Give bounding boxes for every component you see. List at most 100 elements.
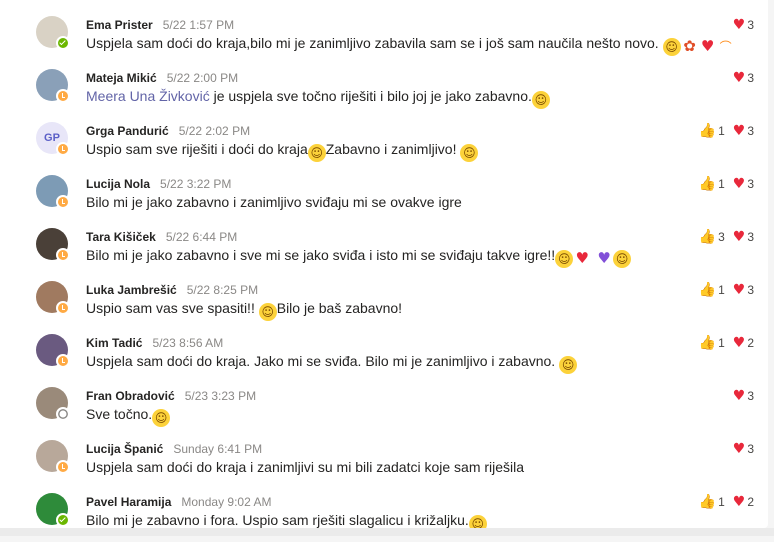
message-timestamp: 5/22 2:00 PM — [166, 71, 239, 85]
sender-name[interactable]: Ema Prister — [86, 18, 153, 32]
message-body: Uspio sam sve riješiti i doći do kraja ☺ Z… — [86, 141, 479, 162]
heart-reaction[interactable]: ♥ 3 — [733, 282, 754, 298]
reaction-count: 1 — [718, 495, 725, 509]
reactions-bar: ♥ 3 — [725, 441, 754, 457]
avatar[interactable] — [36, 69, 70, 103]
user-mention[interactable]: Meera Una Živković — [86, 88, 210, 104]
thumbs-up-icon: 👍 — [698, 123, 717, 139]
heart-icon: ♥ — [732, 123, 746, 139]
like-reaction[interactable]: 👍 1 — [699, 176, 725, 192]
message-item[interactable]: Ema Prister 5/22 1:57 PM Uspjela sam doći … — [0, 12, 768, 65]
heart-reaction[interactable]: ♥ 3 — [733, 388, 754, 404]
avatar[interactable]: GP — [36, 122, 70, 156]
message-body: Bilo mi je jako zabavno i sve mi se jako… — [86, 247, 632, 268]
heart-icon: ♥ — [732, 282, 746, 298]
heart-reaction[interactable]: ♥ 3 — [733, 17, 754, 33]
avatar[interactable] — [36, 175, 70, 209]
reactions-bar: ♥ 3 — [725, 388, 754, 404]
message-timestamp: 5/22 1:57 PM — [162, 18, 235, 32]
message-item[interactable]: Mateja Mikić 5/22 2:00 PM Meera Una Živkov… — [0, 65, 768, 118]
message-item[interactable]: GP Grga Pandurić 5/22 2:02 PM Uspio sam sve… — [0, 118, 768, 171]
heart-icon: ♥ — [732, 335, 746, 351]
heart-reaction[interactable]: ♥ 3 — [733, 70, 754, 86]
smiling-face-with-halo-emoji: ☺ — [613, 250, 632, 268]
avatar[interactable] — [36, 387, 70, 421]
presence-away-icon — [56, 195, 70, 209]
reactions-bar: 👍 1 ♥ 3 — [691, 123, 754, 139]
reactions-bar: ♥ 3 — [725, 17, 754, 33]
message-item[interactable]: Lucija Španić Sunday 6:41 PM Uspjela sam d… — [0, 436, 768, 489]
reaction-count: 3 — [747, 177, 754, 191]
sender-name[interactable]: Kim Tadić — [86, 336, 142, 350]
heart-icon: ♥ — [732, 229, 746, 245]
message-item[interactable]: Fran Obradović 5/23 3:23 PM Sve točno. ☺ ♥ 3 — [0, 383, 768, 436]
presence-away-icon — [56, 142, 70, 156]
reaction-count: 2 — [747, 495, 754, 509]
avatar[interactable] — [36, 334, 70, 368]
heart-reaction[interactable]: ♥ 3 — [733, 441, 754, 457]
message-text: je uspjela sve točno riješiti i bilo joj… — [209, 88, 532, 104]
message-header: Grga Pandurić 5/22 2:02 PM — [86, 124, 250, 138]
rainbow-emoji: ⌒ — [719, 40, 732, 54]
presence-away-icon — [56, 354, 70, 368]
message-item[interactable]: Luka Jambrešić 5/22 8:25 PM Uspio sam vas … — [0, 277, 768, 330]
like-reaction[interactable]: 👍 1 — [699, 123, 725, 139]
avatar[interactable] — [36, 16, 70, 50]
reactions-bar: ♥ 3 — [725, 70, 754, 86]
sender-name[interactable]: Fran Obradović — [86, 389, 175, 403]
message-text: Zabavno i zanimljivo! — [325, 141, 461, 157]
thumbs-up-icon: 👍 — [698, 176, 717, 192]
heart-icon: ♥ — [732, 70, 746, 86]
reactions-bar: 👍 1 ♥ 3 — [691, 282, 754, 298]
reactions-bar: 👍 3 ♥ 3 — [691, 229, 754, 245]
reaction-count: 3 — [747, 389, 754, 403]
slightly-smiling-face-emoji: ☺ — [559, 356, 578, 374]
message-item[interactable]: Kim Tadić 5/23 8:56 AM Uspjela sam doći do… — [0, 330, 768, 383]
heart-reaction[interactable]: ♥ 2 — [733, 494, 754, 510]
sender-name[interactable]: Lucija Nola — [86, 177, 150, 191]
purple-heart-emoji: ♥ — [597, 249, 611, 267]
heart-reaction[interactable]: ♥ 3 — [733, 176, 754, 192]
heart-with-ribbon-emoji: ♥ — [575, 249, 589, 267]
message-item[interactable]: Lucija Nola 5/22 3:22 PM Bilo mi je jako z… — [0, 171, 768, 224]
sender-name[interactable]: Luka Jambrešić — [86, 283, 177, 297]
reaction-count: 3 — [747, 442, 754, 456]
message-thread: Ema Prister 5/22 1:57 PM Uspjela sam doći … — [0, 0, 768, 533]
sender-name[interactable]: Grga Pandurić — [86, 124, 169, 138]
presence-available-icon — [56, 513, 70, 527]
slightly-smiling-face-emoji: ☺ — [662, 38, 681, 56]
like-reaction[interactable]: 👍 1 — [699, 335, 725, 351]
like-reaction[interactable]: 👍 1 — [699, 282, 725, 298]
message-header: Lucija Španić Sunday 6:41 PM — [86, 442, 262, 456]
message-item[interactable]: Tara Kišiček 5/22 6:44 PM Bilo mi je jako … — [0, 224, 768, 277]
message-timestamp: 5/22 6:44 PM — [165, 230, 238, 244]
message-timestamp: 5/22 3:22 PM — [160, 177, 232, 191]
avatar[interactable] — [36, 281, 70, 315]
heart-reaction[interactable]: ♥ 3 — [733, 123, 754, 139]
avatar[interactable] — [36, 493, 70, 527]
message-timestamp: 5/23 8:56 AM — [152, 336, 224, 350]
message-body: Uspio sam vas sve spasiti!! ☺ Bilo je baš… — [86, 300, 402, 321]
message-header: Pavel Haramija Monday 9:02 AM — [86, 495, 271, 509]
message-body: Sve točno. ☺ — [86, 406, 171, 427]
reaction-count: 1 — [718, 336, 725, 350]
heart-icon: ♥ — [732, 17, 746, 33]
reaction-count: 3 — [747, 283, 754, 297]
avatar[interactable] — [36, 228, 70, 262]
heart-reaction[interactable]: ♥ 2 — [733, 335, 754, 351]
like-reaction[interactable]: 👍 3 — [699, 229, 725, 245]
sender-name[interactable]: Mateja Mikić — [86, 71, 157, 85]
sender-name[interactable]: Tara Kišiček — [86, 230, 156, 244]
reaction-count: 3 — [747, 230, 754, 244]
message-body: Uspjela sam doći do kraja. Jako mi se sv… — [86, 353, 578, 374]
heart-icon: ♥ — [732, 176, 746, 192]
sender-name[interactable]: Pavel Haramija — [86, 495, 171, 509]
message-text: Bilo mi je zabavno i fora. Uspio sam rje… — [86, 512, 469, 528]
message-body: Uspjela sam doći do kraja i zanimljivi s… — [86, 459, 524, 475]
reaction-count: 3 — [747, 124, 754, 138]
avatar[interactable] — [36, 440, 70, 474]
sender-name[interactable]: Lucija Španić — [86, 442, 163, 456]
heart-reaction[interactable]: ♥ 3 — [733, 229, 754, 245]
message-timestamp: Monday 9:02 AM — [181, 495, 272, 509]
like-reaction[interactable]: 👍 1 — [699, 494, 725, 510]
